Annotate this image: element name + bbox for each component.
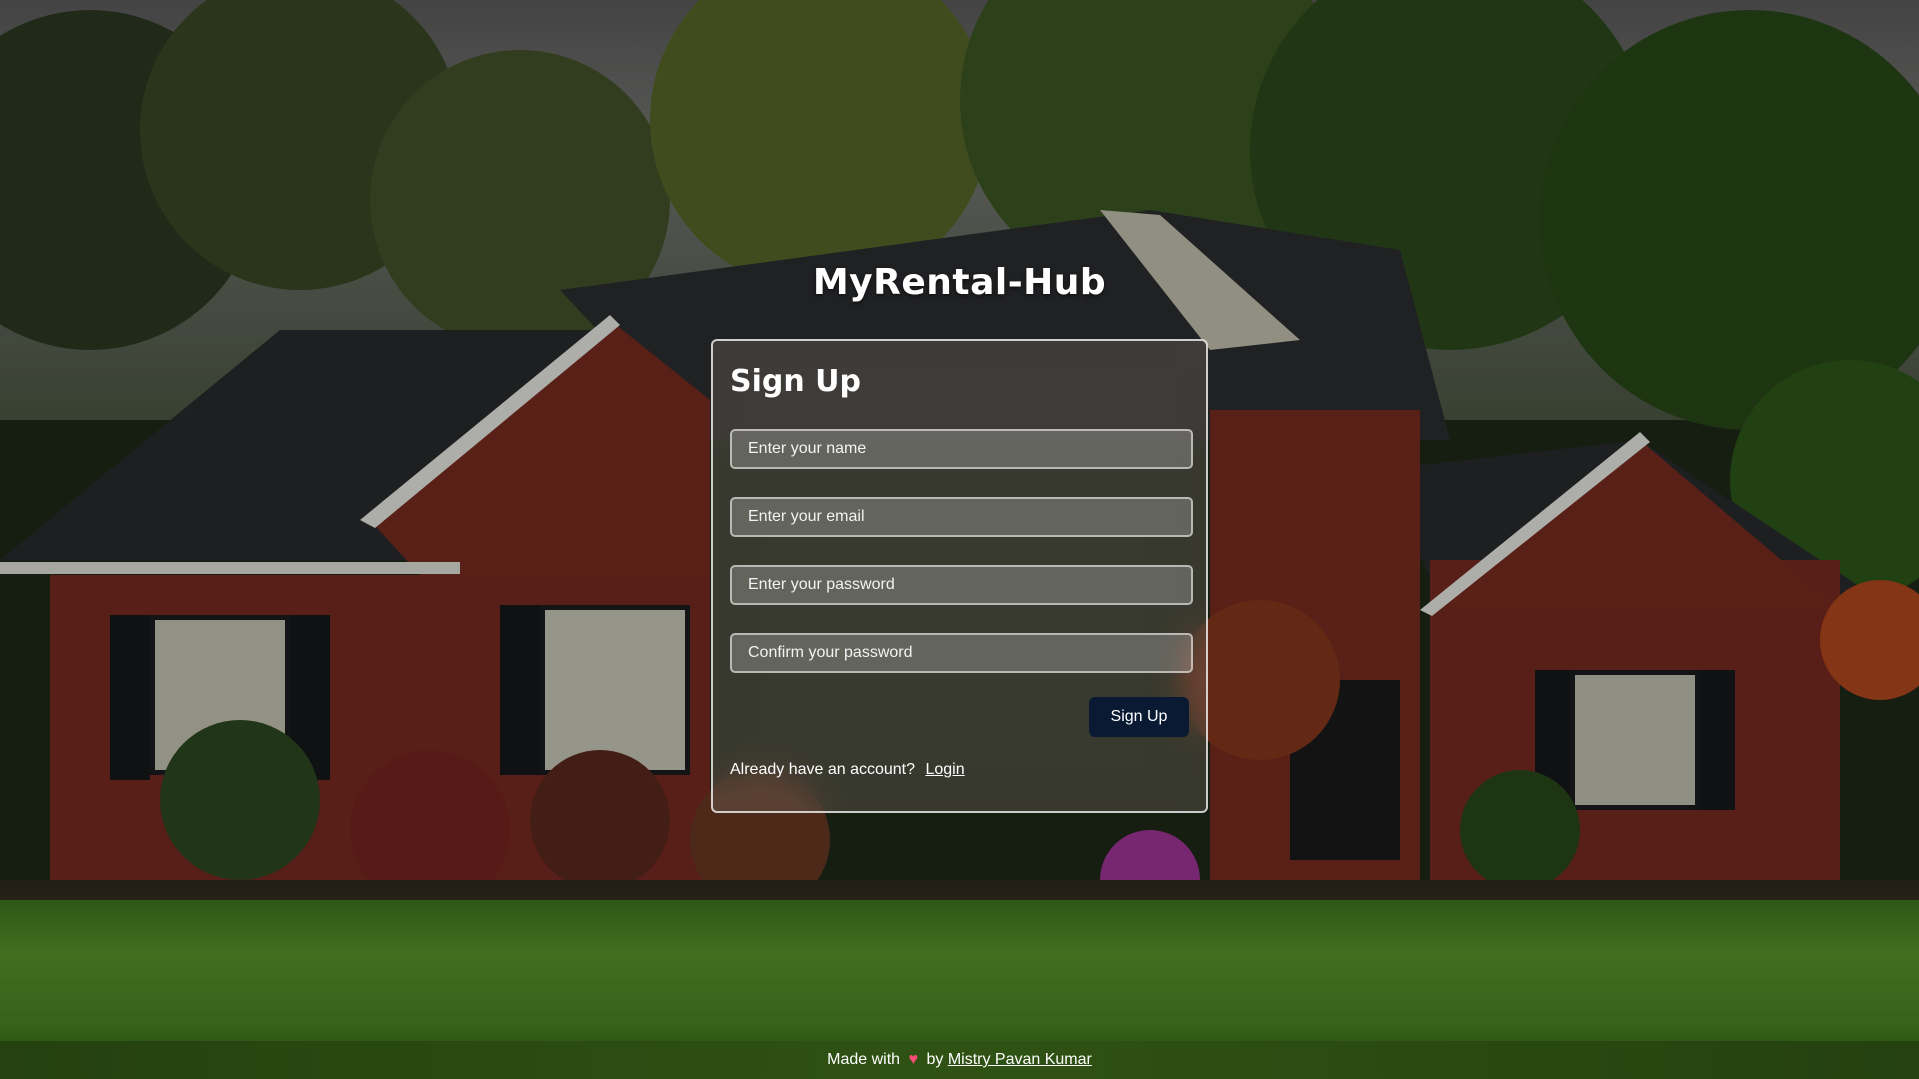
login-prompt: Already have an account? Login xyxy=(730,761,1189,779)
footer: Made with ♥ by Mistry Pavan Kumar xyxy=(0,1041,1919,1079)
app-title: MyRental-Hub xyxy=(812,262,1107,303)
author-link[interactable]: Mistry Pavan Kumar xyxy=(948,1051,1092,1068)
email-input[interactable] xyxy=(730,497,1193,537)
heart-icon: ♥ xyxy=(908,1051,919,1068)
signup-button[interactable]: Sign Up xyxy=(1089,697,1189,737)
login-link[interactable]: Login xyxy=(925,761,964,778)
confirm-password-input[interactable] xyxy=(730,633,1193,673)
password-input[interactable] xyxy=(730,565,1193,605)
name-input[interactable] xyxy=(730,429,1193,469)
signup-heading: Sign Up xyxy=(730,364,862,399)
signup-card: Sign Up Sign Up Already have an account?… xyxy=(711,339,1208,813)
footer-made-with: Made with xyxy=(827,1051,901,1068)
footer-by: by xyxy=(926,1051,944,1068)
signup-form: Sign Up Sign Up Already have an account?… xyxy=(730,361,1193,779)
signup-page: MyRental-Hub Sign Up Sign Up Already hav… xyxy=(0,0,1919,1079)
login-prompt-text: Already have an account? xyxy=(730,761,916,778)
submit-row: Sign Up xyxy=(730,697,1189,737)
